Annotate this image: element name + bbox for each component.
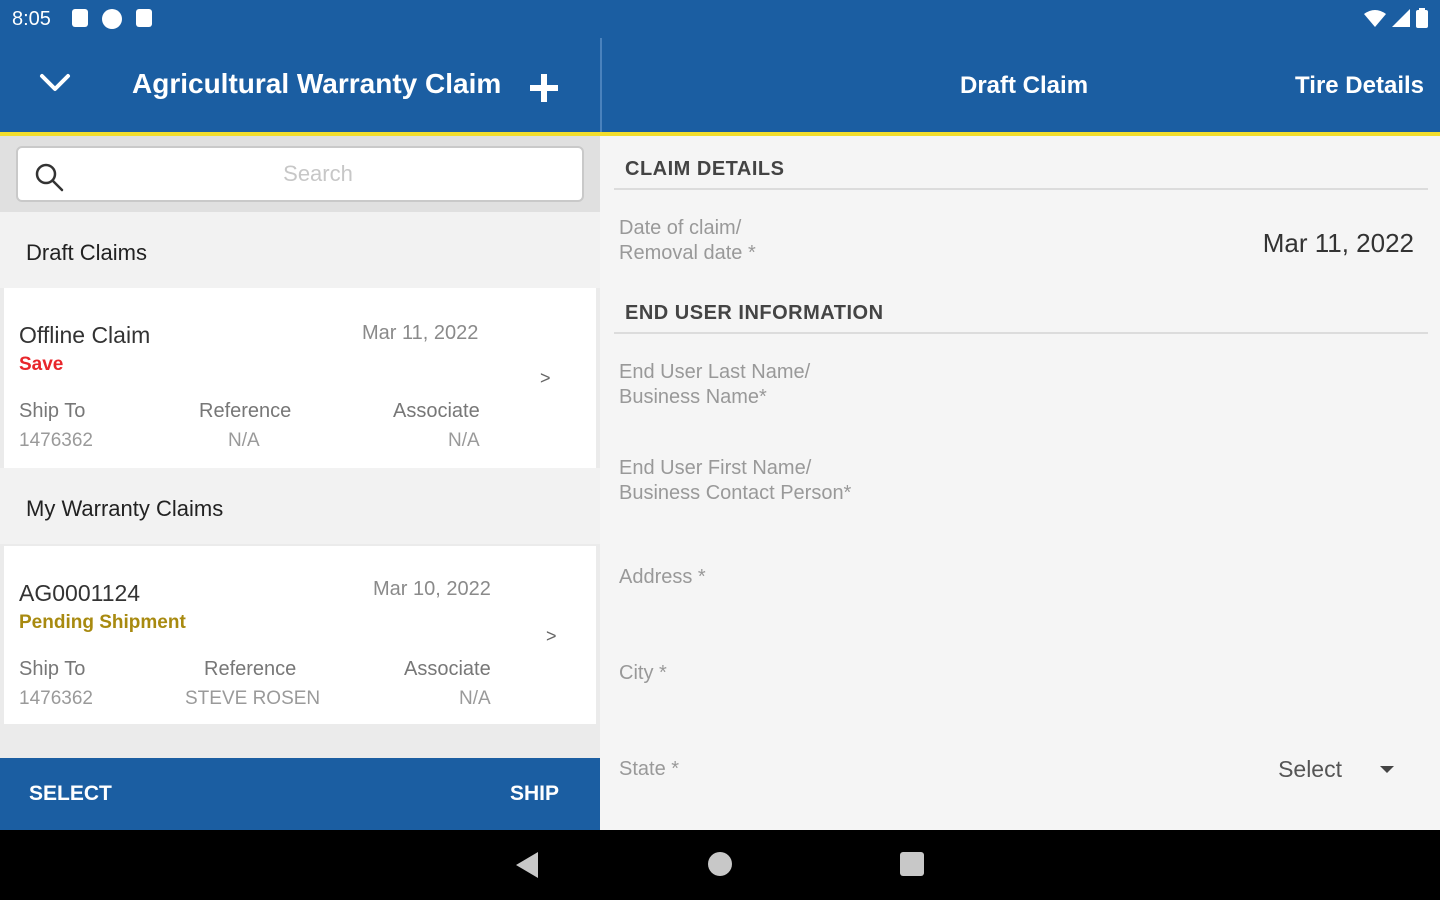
right-app-bar: Draft Claim Tire Details xyxy=(602,38,1440,132)
claim-date: Mar 10, 2022 xyxy=(373,578,491,600)
recents-icon[interactable] xyxy=(900,852,924,876)
associate-value: N/A xyxy=(448,430,480,451)
reference-value: STEVE ROSEN xyxy=(185,688,321,709)
reference-label: Reference xyxy=(199,400,292,422)
first-name-field[interactable]: End User First Name/ Business Contact Pe… xyxy=(619,456,851,506)
search-box[interactable] xyxy=(16,146,584,202)
claim-details-header: CLAIM DETAILS xyxy=(625,158,785,180)
draft-claim-card[interactable]: Offline Claim Mar 11, 2022 Save > Ship T… xyxy=(4,288,596,468)
ship-to-label: Ship To xyxy=(19,658,86,680)
claim-status: Pending Shipment xyxy=(19,612,186,633)
ship-to-value: 1476362 xyxy=(19,688,93,709)
state-label: State * xyxy=(619,758,680,780)
end-user-header: END USER INFORMATION xyxy=(625,302,884,324)
notification-a-icon xyxy=(72,9,88,27)
search-area xyxy=(0,136,600,212)
state-select[interactable]: Select xyxy=(1278,756,1342,783)
address-field[interactable]: Address * xyxy=(619,565,706,590)
back-icon[interactable] xyxy=(516,852,538,878)
home-icon[interactable] xyxy=(708,852,732,876)
chevron-down-icon[interactable] xyxy=(38,66,72,100)
chevron-right-icon: > xyxy=(540,368,551,388)
signal-icon xyxy=(1392,9,1410,27)
left-app-bar: Agricultural Warranty Claim xyxy=(0,38,600,132)
app-title: Agricultural Warranty Claim xyxy=(132,68,502,99)
my-warranty-claims-header: My Warranty Claims xyxy=(0,468,600,544)
chevron-right-icon: > xyxy=(546,626,557,646)
ship-button[interactable]: SHIP xyxy=(510,782,559,806)
reference-label: Reference xyxy=(204,658,297,680)
warranty-claim-card[interactable]: AG0001124 Mar 10, 2022 Pending Shipment … xyxy=(4,546,596,724)
select-button[interactable]: SELECT xyxy=(29,782,112,806)
search-input[interactable] xyxy=(78,158,558,190)
add-icon[interactable] xyxy=(530,74,558,102)
associate-value: N/A xyxy=(459,688,491,709)
claim-form-panel: CLAIM DETAILS Date of claim/ Removal dat… xyxy=(602,136,1440,830)
claim-number: AG0001124 xyxy=(19,580,141,606)
status-bar: 8:05 xyxy=(0,0,1440,38)
system-icons xyxy=(1364,8,1428,28)
notification-icons xyxy=(72,9,152,29)
claim-number: Offline Claim xyxy=(19,322,151,348)
claim-date: Mar 11, 2022 xyxy=(362,322,479,344)
reference-value: N/A xyxy=(228,430,260,451)
claim-date-value[interactable]: Mar 11, 2022 xyxy=(1263,228,1414,259)
notification-p-icon xyxy=(102,9,122,29)
system-nav-bar xyxy=(0,830,1440,900)
draft-claims-title: Draft Claims xyxy=(26,240,148,265)
draft-claim-title: Draft Claim xyxy=(960,72,1089,99)
ship-to-value: 1476362 xyxy=(19,430,93,451)
city-field[interactable]: City * xyxy=(619,661,667,686)
battery-icon xyxy=(1416,8,1428,28)
bottom-action-bar: SELECT SHIP xyxy=(0,758,600,830)
ship-to-label: Ship To xyxy=(19,400,86,422)
sd-card-icon xyxy=(136,9,152,27)
dropdown-caret-icon[interactable] xyxy=(1380,766,1394,773)
my-warranty-claims-title: My Warranty Claims xyxy=(26,496,224,521)
claim-details-section: CLAIM DETAILS xyxy=(614,136,1428,190)
associate-label: Associate xyxy=(393,400,480,422)
associate-label: Associate xyxy=(404,658,491,680)
status-time: 8:05 xyxy=(12,8,51,30)
tire-details-link[interactable]: Tire Details xyxy=(1295,72,1424,100)
end-user-section: END USER INFORMATION xyxy=(614,280,1428,334)
claim-status: Save xyxy=(19,354,64,375)
search-icon xyxy=(35,163,64,192)
draft-claims-header: Draft Claims xyxy=(0,212,600,288)
claim-date-label: Date of claim/ Removal date * xyxy=(619,217,756,264)
claims-list-panel: Draft Claims Offline Claim Mar 11, 2022 … xyxy=(0,136,600,758)
wifi-icon xyxy=(1364,10,1386,27)
last-name-field[interactable]: End User Last Name/ Business Name* xyxy=(619,360,810,410)
